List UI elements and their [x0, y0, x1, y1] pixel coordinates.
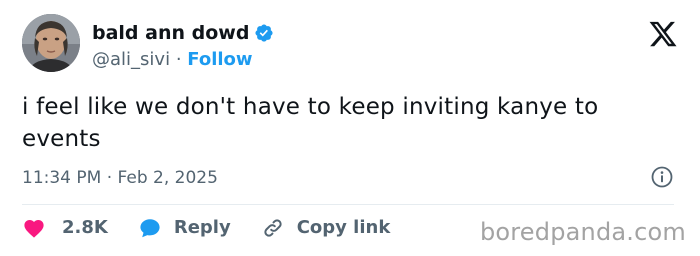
link-icon — [264, 219, 282, 237]
author-handle[interactable]: @ali_sivi — [92, 49, 170, 70]
follow-button[interactable]: Follow — [187, 49, 252, 70]
like-button[interactable]: 2.8K — [22, 216, 108, 240]
tweet-time[interactable]: 11:34 PM — [22, 168, 101, 188]
meta-separator: · — [106, 168, 113, 188]
reply-button[interactable]: Reply — [138, 216, 231, 240]
avatar[interactable] — [22, 14, 80, 72]
reply-label: Reply — [173, 217, 231, 238]
info-icon[interactable] — [650, 165, 674, 189]
tweet-text: i feel like we don't have to keep inviti… — [22, 94, 599, 152]
copy-link-button[interactable]: Copy link — [261, 216, 391, 240]
divider — [22, 204, 674, 205]
reply-bubble-icon — [140, 219, 160, 238]
verified-badge-icon — [255, 24, 273, 42]
heart-icon — [24, 220, 44, 238]
avatar-image — [22, 14, 80, 72]
watermark: boredpanda.com — [479, 218, 686, 246]
like-count: 2.8K — [62, 217, 108, 238]
tweet-date[interactable]: Feb 2, 2025 — [118, 168, 218, 188]
handle-separator: · — [175, 49, 182, 70]
author-name[interactable]: bald ann dowd — [92, 21, 249, 45]
x-logo-icon[interactable] — [648, 19, 678, 49]
copy-link-label: Copy link — [296, 217, 391, 238]
